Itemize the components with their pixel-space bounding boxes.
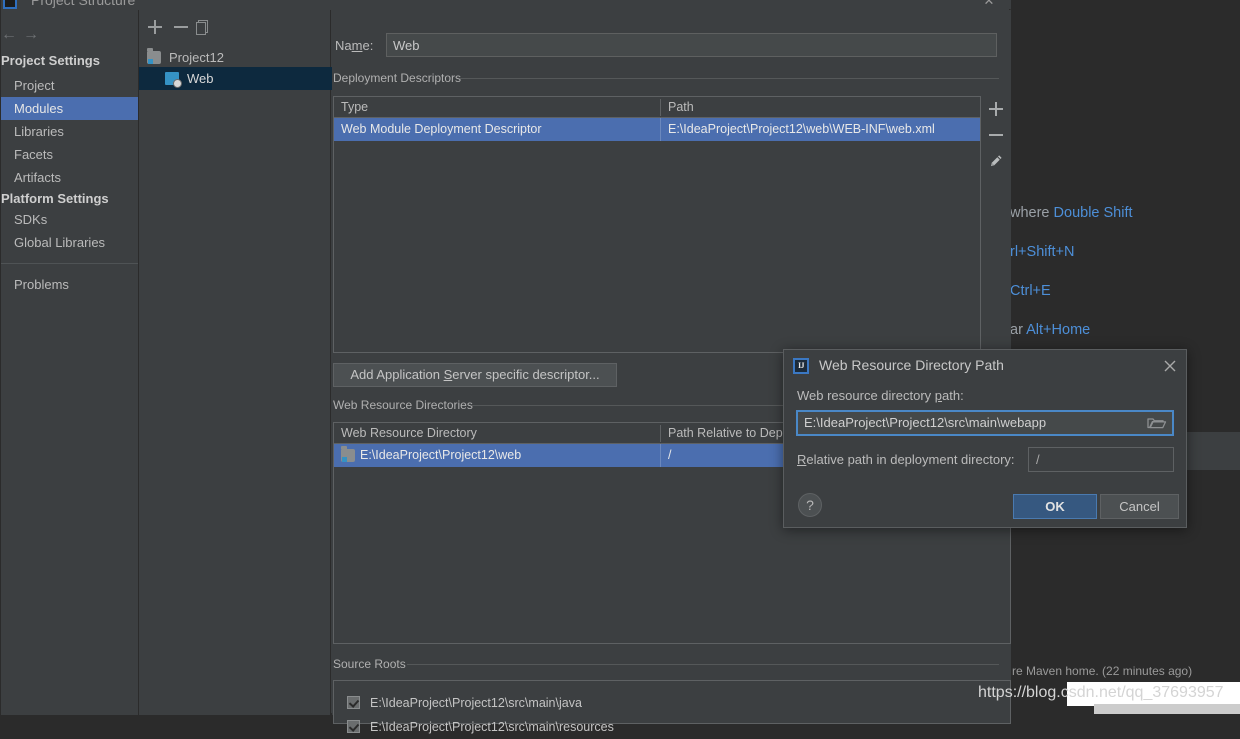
source-root-path: E:\IdeaProject\Project12\src\main\resour…: [370, 720, 614, 734]
checkbox[interactable]: [347, 720, 360, 733]
module-name-input[interactable]: [386, 33, 997, 57]
relative-path-label: Relative path in deployment directory:: [797, 452, 1015, 467]
add-app-server-descriptor-button[interactable]: Add Application Server specific descript…: [333, 363, 617, 387]
web-resource-path-label: Web resource directory path:: [797, 388, 964, 403]
tip-go-to-file: rl+Shift+N: [1010, 244, 1074, 260]
source-root-row[interactable]: E:\IdeaProject\Project12\src\main\resour…: [334, 715, 614, 739]
tree-node-label: Project12: [169, 50, 224, 65]
edit-descriptor-button[interactable]: [983, 148, 1009, 174]
tip-label-navigation-bar: ar: [1010, 322, 1023, 338]
tip-recent-files: Ctrl+E: [1010, 283, 1051, 299]
copy-icon-front: [196, 22, 206, 35]
folder-icon: [341, 446, 355, 462]
watermark-text-light: https://blog.csdn.net/qq_37693957: [978, 684, 1224, 701]
section-title: Deployment Descriptors: [333, 71, 468, 85]
copy-module-button[interactable]: [191, 15, 215, 39]
column-header-type[interactable]: Type: [334, 97, 660, 117]
sidebar-item-facets[interactable]: Facets: [1, 143, 138, 166]
tree-node-project12[interactable]: Project12: [139, 46, 360, 69]
cell-web-resource-directory: E:\IdeaProject\Project12\web: [360, 448, 522, 462]
tip-navigation-bar: ar Alt+Home: [1010, 322, 1090, 338]
project-structure-titlebar: [1, 0, 1011, 9]
cell-type: Web Module Deployment Descriptor: [341, 122, 542, 136]
deployment-descriptors-table[interactable]: Type Path Web Module Deployment Descript…: [333, 96, 981, 353]
folder-open-icon[interactable]: [1145, 415, 1169, 431]
section-title: Source Roots: [333, 657, 412, 671]
relative-path-input[interactable]: [1028, 447, 1174, 472]
cancel-button[interactable]: Cancel: [1100, 494, 1179, 519]
checkbox[interactable]: [347, 696, 360, 709]
help-button[interactable]: ?: [798, 493, 822, 517]
section-deployment-descriptors: Deployment Descriptors: [332, 71, 1011, 85]
plus-icon-v: [995, 102, 997, 116]
sidebar-divider: [1, 263, 138, 264]
web-module-icon: [165, 72, 182, 88]
close-icon[interactable]: [1160, 356, 1180, 376]
tip-key-go-to-file: rl+Shift+N: [1010, 244, 1075, 260]
tip-key-recent-files: Ctrl+E: [1010, 283, 1051, 299]
source-roots-list[interactable]: E:\IdeaProject\Project12\src\main\java E…: [333, 680, 1011, 734]
name-label: Name:: [335, 38, 374, 53]
source-root-row[interactable]: E:\IdeaProject\Project12\src\main\java: [334, 691, 582, 715]
tree-node-label: Web: [187, 71, 214, 86]
cell-path: E:\IdeaProject\Project12\web\WEB-INF\web…: [668, 122, 935, 136]
module-tree-panel: Project12 Web: [139, 10, 378, 715]
sidebar-group-platform-settings: Platform Settings: [1, 191, 109, 206]
sidebar-item-problems[interactable]: Problems: [1, 273, 138, 296]
sidebar-item-libraries[interactable]: Libraries: [1, 120, 138, 143]
close-icon-svg: [1164, 360, 1176, 372]
forward-arrow-icon[interactable]: →: [19, 24, 43, 46]
close-icon[interactable]: ✕: [979, 0, 999, 9]
add-module-button[interactable]: [143, 15, 167, 39]
tip-key-search-everywhere: Double Shift: [1053, 205, 1133, 221]
maven-status-text: re Maven home. (22 minutes ago): [1012, 664, 1193, 678]
pencil-icon: [990, 155, 1002, 167]
minus-icon: [989, 134, 1003, 136]
module-tree-toolbar: [139, 15, 331, 41]
web-resource-directory-path-dialog: IJ Web Resource Directory Path Web resou…: [783, 349, 1187, 528]
sidebar-item-project[interactable]: Project: [1, 74, 138, 97]
column-header-web-resource-directory[interactable]: Web Resource Directory: [334, 423, 660, 443]
section-source-roots: Source Roots: [332, 657, 1011, 671]
watermark: https://blog.csdn.net/qq_37693957: [978, 684, 1240, 706]
tip-search-everywhere: where Double Shift: [1010, 205, 1133, 221]
ok-button[interactable]: OK: [1013, 494, 1097, 519]
column-header-path[interactable]: Path: [661, 97, 980, 117]
folder-open-icon-svg: [1147, 418, 1167, 429]
project-structure-title: Project Structure: [31, 0, 136, 8]
dialog-title: Web Resource Directory Path: [819, 357, 1004, 373]
intellij-logo-icon: [3, 0, 17, 9]
folder-icon: [147, 48, 161, 64]
web-resource-path-field-wrapper: [796, 410, 1174, 436]
web-resource-path-input[interactable]: [798, 412, 1146, 434]
tip-key-navigation-bar: Alt+Home: [1026, 322, 1091, 338]
remove-descriptor-button[interactable]: [983, 122, 1009, 148]
sidebar-item-sdks[interactable]: SDKs: [1, 208, 138, 231]
section-title: Web Resource Directories: [333, 398, 479, 412]
source-root-path: E:\IdeaProject\Project12\src\main\java: [370, 696, 582, 710]
sidebar-item-global-libraries[interactable]: Global Libraries: [1, 231, 138, 254]
sidebar-item-modules[interactable]: Modules: [1, 97, 138, 120]
add-descriptor-button[interactable]: [983, 96, 1009, 122]
remove-module-button[interactable]: [169, 15, 193, 39]
intellij-idea-icon: IJ: [793, 358, 809, 374]
tip-label-search-everywhere: where: [1010, 205, 1050, 221]
section-rule: [407, 664, 999, 665]
table-header: Type Path: [334, 97, 980, 118]
sidebar-item-artifacts[interactable]: Artifacts: [1, 166, 138, 189]
section-rule: [460, 78, 999, 79]
back-arrow-icon[interactable]: ←: [0, 24, 21, 46]
settings-sidebar: ← → Project Settings Project Modules Lib…: [1, 10, 139, 715]
table-row[interactable]: Web Module Deployment Descriptor E:\Idea…: [334, 118, 980, 141]
sidebar-group-project-settings: Project Settings: [1, 53, 100, 68]
